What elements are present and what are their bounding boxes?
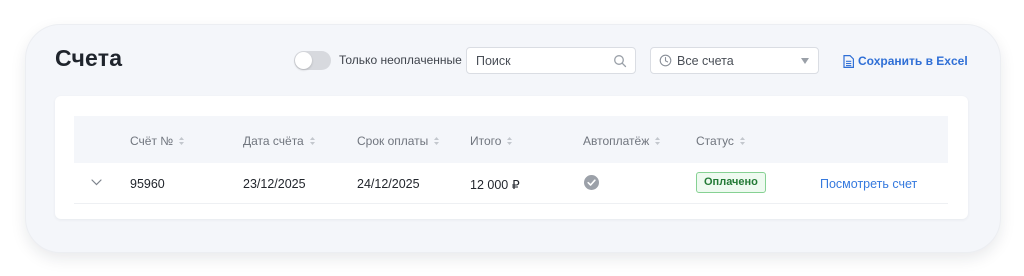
sort-icon <box>655 137 661 145</box>
invoices-table: Счёт № Дата счёта Срок оплаты Итого Авто… <box>55 96 968 219</box>
caret-down-icon <box>801 58 809 64</box>
export-excel-label: Сохранить в Excel <box>858 54 968 68</box>
table-header: Счёт № Дата счёта Срок оплаты Итого Авто… <box>74 116 948 163</box>
column-header-status[interactable]: Статус <box>696 134 746 148</box>
column-header-label: Итого <box>470 134 502 148</box>
column-header-autopay[interactable]: Автоплатёж <box>583 134 661 148</box>
total-cell: 12 000 ₽ <box>470 178 520 192</box>
chevron-down-icon[interactable] <box>91 179 102 186</box>
search-box <box>466 47 636 74</box>
clock-icon <box>659 54 672 67</box>
invoice-filter-value: Все счета <box>677 54 734 68</box>
column-header-total[interactable]: Итого <box>470 134 513 148</box>
column-header-label: Статус <box>696 134 734 148</box>
column-header-label: Дата счёта <box>243 134 304 148</box>
unpaid-only-label[interactable]: Только неоплаченные <box>339 53 462 67</box>
document-icon <box>843 54 854 68</box>
view-invoice-link[interactable]: Посмотреть счет <box>820 177 917 191</box>
search-input[interactable] <box>467 48 635 73</box>
invoice-date-cell: 23/12/2025 <box>243 177 306 191</box>
sort-icon <box>309 137 315 145</box>
sort-icon <box>507 137 513 145</box>
sort-icon <box>739 137 745 145</box>
invoice-number-cell: 95960 <box>130 177 165 191</box>
page-title: Счета <box>55 45 123 71</box>
sort-icon <box>179 137 185 145</box>
column-header-label: Автоплатёж <box>583 134 650 148</box>
table-row: 95960 23/12/2025 24/12/2025 12 000 ₽ Опл… <box>74 163 948 204</box>
unpaid-only-toggle[interactable] <box>294 51 331 70</box>
column-header-invoice-number[interactable]: Счёт № <box>130 134 185 148</box>
status-badge: Оплачено <box>696 172 766 193</box>
column-header-due-date[interactable]: Срок оплаты <box>357 134 440 148</box>
search-icon[interactable] <box>613 54 627 68</box>
column-header-invoice-date[interactable]: Дата счёта <box>243 134 316 148</box>
column-header-label: Срок оплаты <box>357 134 429 148</box>
sort-icon <box>434 137 440 145</box>
toggle-knob <box>295 52 312 69</box>
check-circle-icon <box>584 175 599 190</box>
due-date-cell: 24/12/2025 <box>357 177 420 191</box>
export-excel-button[interactable]: Сохранить в Excel <box>843 53 968 69</box>
invoice-filter-select[interactable]: Все счета <box>650 47 819 74</box>
column-header-label: Счёт № <box>130 134 174 148</box>
